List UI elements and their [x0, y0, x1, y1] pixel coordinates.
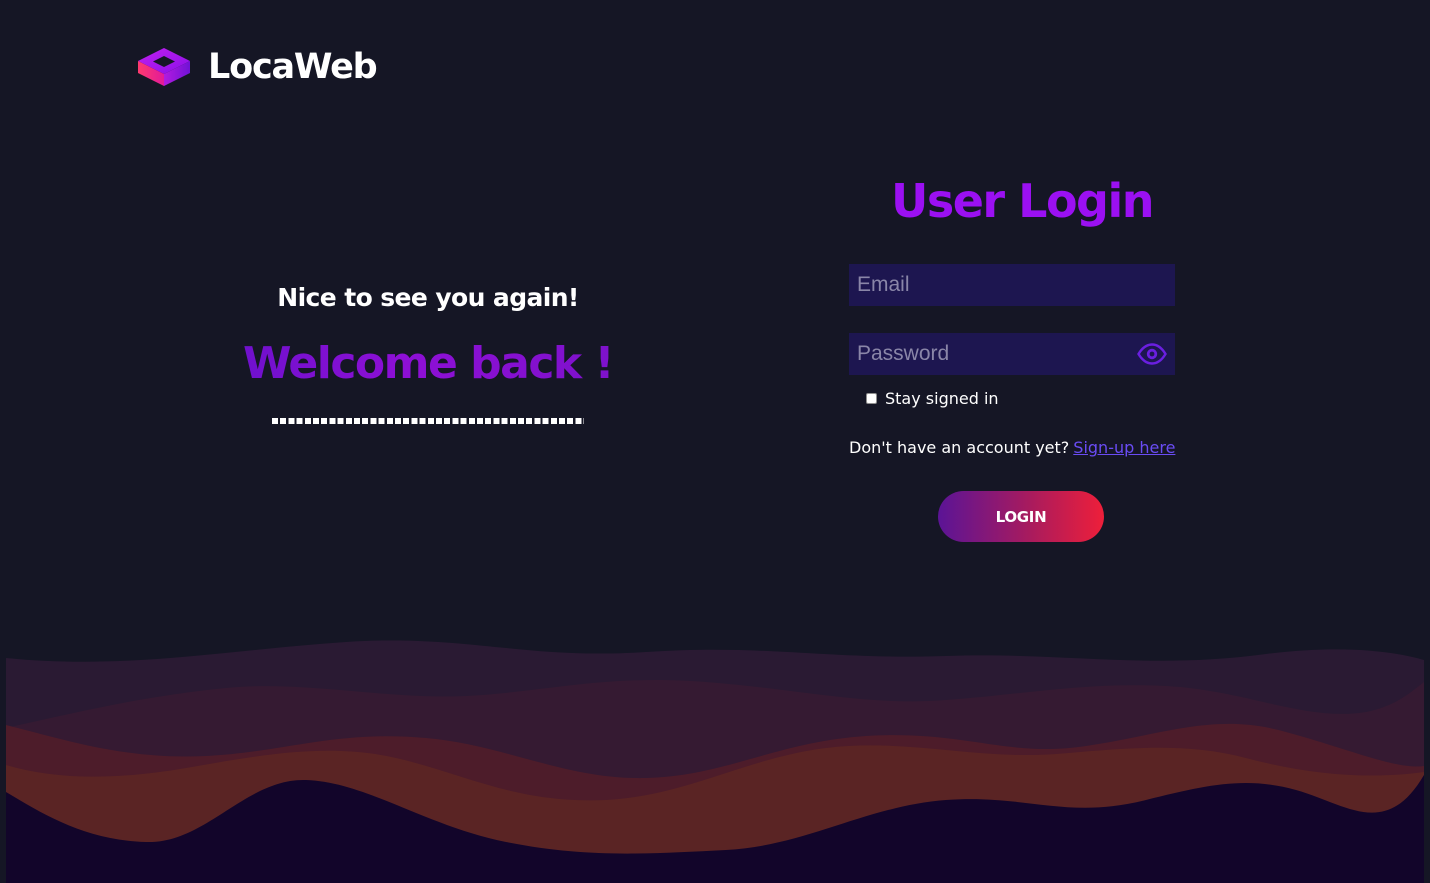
login-title: User Login [891, 174, 1155, 228]
signup-prompt: Don't have an account yet? [849, 438, 1070, 457]
password-field-wrapper [849, 333, 1175, 375]
eye-icon[interactable] [1137, 342, 1167, 366]
stay-signed-in-checkbox[interactable] [866, 393, 877, 404]
email-field[interactable] [849, 264, 1175, 306]
wave-background [6, 640, 1424, 883]
welcome-section: Nice to see you again! Welcome back ! [210, 280, 646, 424]
login-button[interactable]: LOGIN [938, 491, 1104, 542]
signup-row: Don't have an account yet? Sign-up here [849, 438, 1195, 457]
signup-link[interactable]: Sign-up here [1073, 438, 1175, 457]
email-field-wrapper [849, 264, 1175, 306]
password-field[interactable] [849, 333, 1175, 375]
cube-logo-icon [138, 48, 190, 86]
dotted-divider [272, 418, 584, 424]
stay-signed-in-row[interactable]: Stay signed in [866, 389, 1195, 408]
welcome-headline: Welcome back ! [210, 336, 646, 392]
stay-signed-in-label: Stay signed in [885, 389, 999, 408]
login-page: LocaWeb Nice to see you again! Welcome b… [0, 0, 1430, 883]
welcome-greeting: Nice to see you again! [277, 283, 579, 312]
brand-logo[interactable]: LocaWeb [137, 46, 378, 88]
brand-name: LocaWeb [208, 46, 378, 87]
login-form: User Login Stay signed in Don't have an … [849, 170, 1195, 542]
